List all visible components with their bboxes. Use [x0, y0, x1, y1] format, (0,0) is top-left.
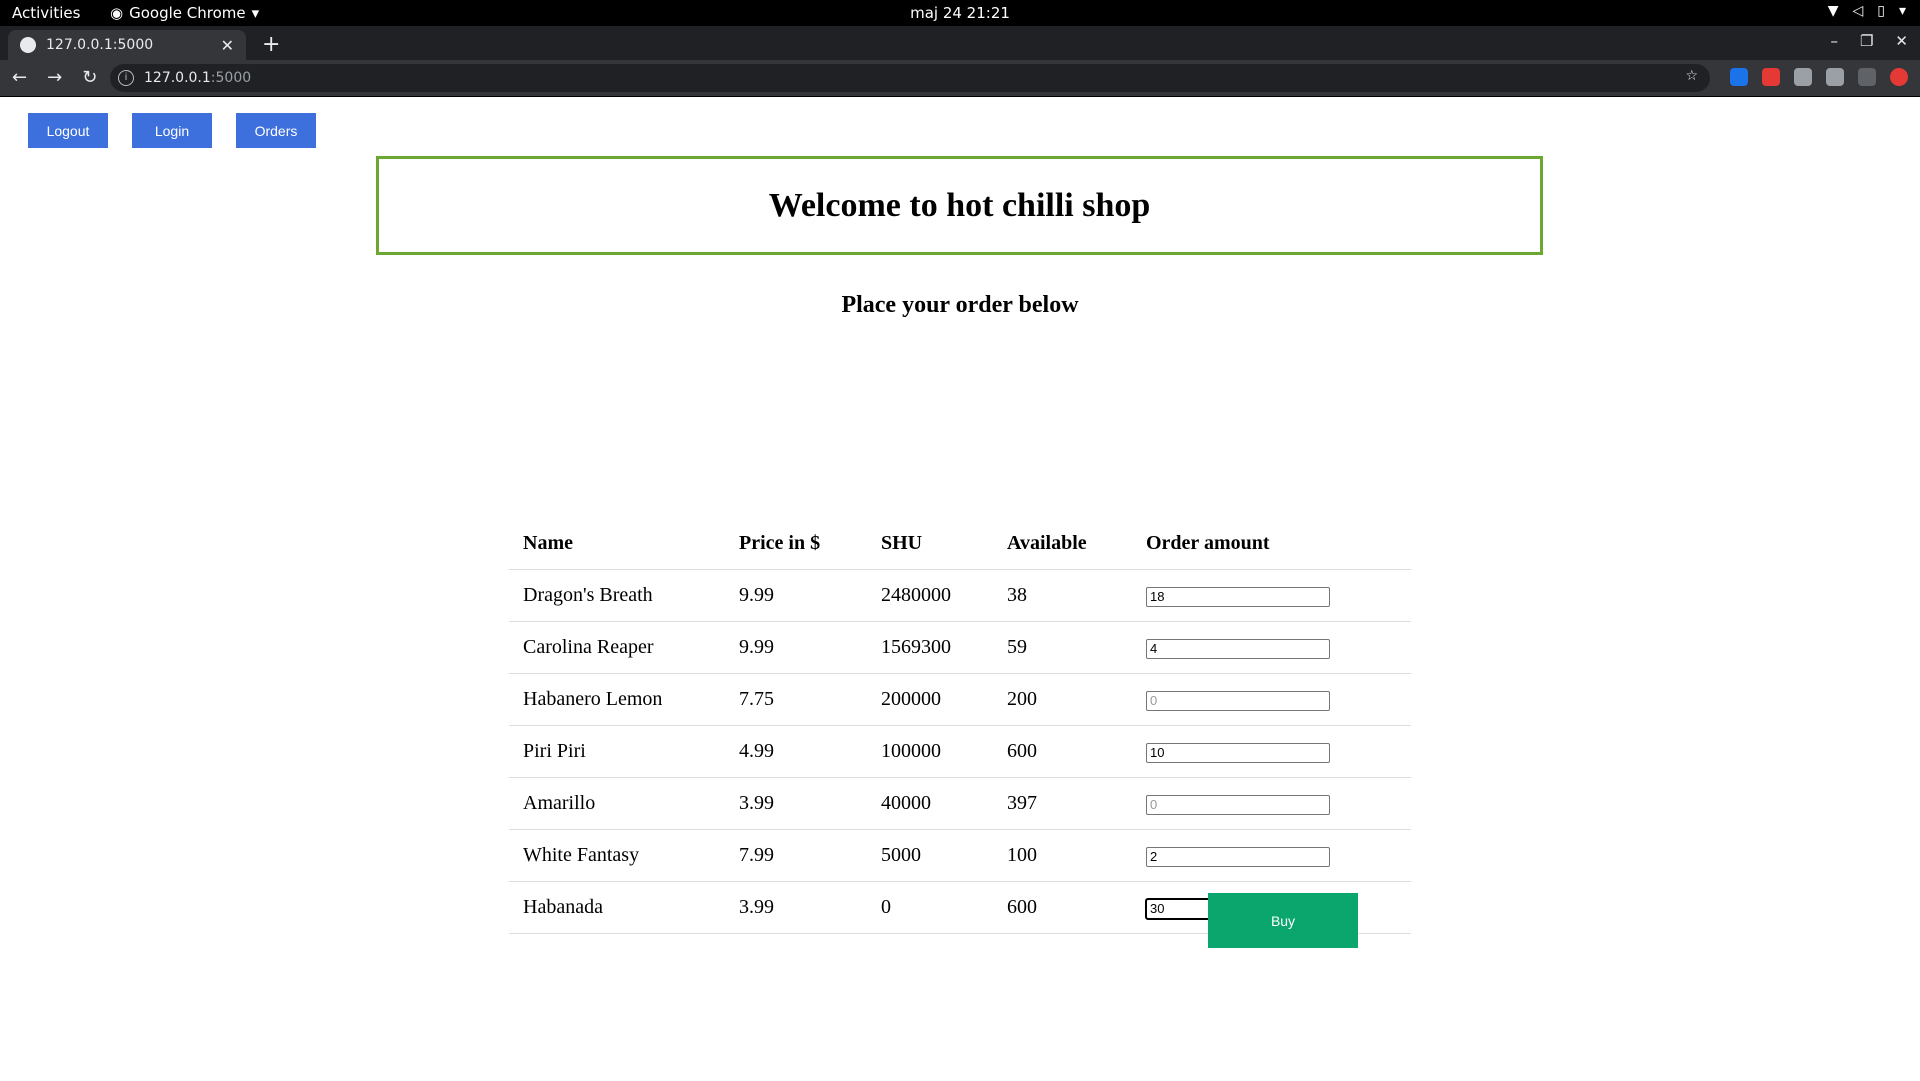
media-control-icon[interactable] — [1826, 68, 1844, 86]
chilli-name: Piri Piri — [509, 725, 725, 778]
close-icon[interactable]: ✕ — [221, 36, 234, 55]
page-content: Logout Login Orders Welcome to hot chill… — [0, 97, 1920, 1081]
battery-icon: ▯ — [1877, 3, 1885, 19]
table-row: Piri Piri 4.99 100000 600 — [509, 725, 1411, 778]
caret-down-icon: ▾ — [1898, 3, 1906, 19]
star-icon[interactable]: ☆ — [1685, 68, 1698, 84]
back-arrow-icon[interactable]: ← — [12, 67, 27, 88]
browser-tab[interactable]: 127.0.0.1:5000 ✕ — [8, 30, 246, 60]
chilli-name: Amarillo — [509, 777, 725, 830]
chilli-name: Dragon's Breath — [509, 569, 725, 622]
chilli-name: Habanada — [509, 881, 725, 934]
chilli-name: Carolina Reaper — [509, 621, 725, 674]
chilli-available: 600 — [993, 725, 1132, 778]
chilli-name: White Fantasy — [509, 829, 725, 882]
plus-icon[interactable]: + — [262, 32, 280, 57]
chilli-name: Habanero Lemon — [509, 673, 725, 726]
chilli-available: 59 — [993, 621, 1132, 674]
chilli-price: 7.99 — [725, 829, 867, 882]
browser-toolbar: ← → ↻ i 127.0.0.1:5000 ☆ — [0, 60, 1920, 97]
extensions-area — [1730, 68, 1908, 86]
app-name: Google Chrome — [129, 4, 246, 22]
column-header-available: Available — [993, 517, 1132, 570]
info-icon[interactable]: i — [118, 70, 134, 86]
address-bar[interactable]: i 127.0.0.1:5000 ☆ — [110, 64, 1710, 92]
chilli-available: 200 — [993, 673, 1132, 726]
table-row: White Fantasy 7.99 5000 100 — [509, 829, 1411, 882]
page-subtitle: Place your order below — [841, 292, 1079, 318]
order-amount-input[interactable] — [1146, 794, 1330, 815]
chilli-shu: 5000 — [867, 829, 993, 882]
wifi-icon: ▼ — [1827, 3, 1839, 19]
puzzle-icon[interactable] — [1794, 68, 1812, 86]
chilli-shu: 1569300 — [867, 621, 993, 674]
column-header-shu: SHU — [867, 517, 993, 570]
reload-icon[interactable]: ↻ — [82, 67, 97, 88]
chilli-price: 3.99 — [725, 881, 867, 934]
profile-icon[interactable] — [1858, 68, 1876, 86]
chilli-available: 397 — [993, 777, 1132, 830]
welcome-banner: Welcome to hot chilli shop — [376, 156, 1543, 255]
chilli-available: 600 — [993, 881, 1132, 934]
close-window-icon[interactable]: ✕ — [1895, 32, 1908, 50]
table-header-row: Name Price in $ SHU Available Order amou… — [509, 517, 1411, 570]
restore-icon[interactable]: ❐ — [1860, 32, 1873, 50]
system-tray[interactable]: ▼ ◁ ▯ ▾ — [1828, 3, 1906, 19]
extension-icon[interactable] — [1730, 68, 1748, 86]
chilli-available: 100 — [993, 829, 1132, 882]
orders-button[interactable]: Orders — [236, 113, 316, 148]
app-menu[interactable]: ◉ Google Chrome ▾ — [110, 4, 259, 22]
page-title: Welcome to hot chilli shop — [768, 186, 1151, 224]
logout-button[interactable]: Logout — [28, 113, 108, 148]
globe-icon — [20, 37, 36, 53]
order-amount-input[interactable] — [1146, 742, 1330, 763]
forward-arrow-icon[interactable]: → — [47, 67, 62, 88]
chilli-shu: 2480000 — [867, 569, 993, 622]
order-amount-input[interactable] — [1146, 586, 1330, 607]
chilli-price: 3.99 — [725, 777, 867, 830]
table-row: Amarillo 3.99 40000 397 — [509, 777, 1411, 830]
chilli-shu: 100000 — [867, 725, 993, 778]
order-amount-input[interactable] — [1146, 846, 1330, 867]
column-header-order-amount: Order amount — [1132, 517, 1411, 570]
chrome-icon: ◉ — [110, 4, 124, 22]
minimize-icon[interactable]: – — [1830, 32, 1838, 50]
chilli-shu: 0 — [867, 881, 993, 934]
chilli-price: 4.99 — [725, 725, 867, 778]
column-header-name: Name — [509, 517, 725, 570]
chilli-shu: 40000 — [867, 777, 993, 830]
table-row: Dragon's Breath 9.99 2480000 38 — [509, 569, 1411, 622]
table-row: Carolina Reaper 9.99 1569300 59 — [509, 621, 1411, 674]
chilli-available: 38 — [993, 569, 1132, 622]
clock[interactable]: maj 24 21:21 — [910, 4, 1010, 22]
update-icon[interactable] — [1890, 68, 1908, 86]
order-amount-input[interactable] — [1146, 638, 1330, 659]
chilli-price: 9.99 — [725, 621, 867, 674]
window-controls: – ❐ ✕ — [1830, 32, 1908, 50]
url-port: :5000 — [210, 70, 252, 86]
navigation-buttons: ← → ↻ — [12, 67, 97, 88]
activities-button[interactable]: Activities — [12, 4, 80, 22]
caret-down-icon: ▾ — [251, 4, 260, 22]
table-row: Habanero Lemon 7.75 200000 200 — [509, 673, 1411, 726]
tab-title: 127.0.0.1:5000 — [46, 37, 154, 53]
url-host: 127.0.0.1 — [144, 70, 211, 86]
system-top-bar: Activities ◉ Google Chrome ▾ maj 24 21:2… — [0, 0, 1920, 26]
buy-button[interactable]: Buy — [1208, 893, 1358, 948]
order-amount-input[interactable] — [1146, 690, 1330, 711]
chilli-price: 9.99 — [725, 569, 867, 622]
chilli-shu: 200000 — [867, 673, 993, 726]
volume-icon: ◁ — [1852, 3, 1864, 19]
tab-strip: 127.0.0.1:5000 ✕ + – ❐ ✕ — [0, 26, 1920, 60]
login-button[interactable]: Login — [132, 113, 212, 148]
chilli-table: Name Price in $ SHU Available Order amou… — [509, 517, 1411, 934]
column-header-price: Price in $ — [725, 517, 867, 570]
chilli-price: 7.75 — [725, 673, 867, 726]
youtube-icon[interactable] — [1762, 68, 1780, 86]
